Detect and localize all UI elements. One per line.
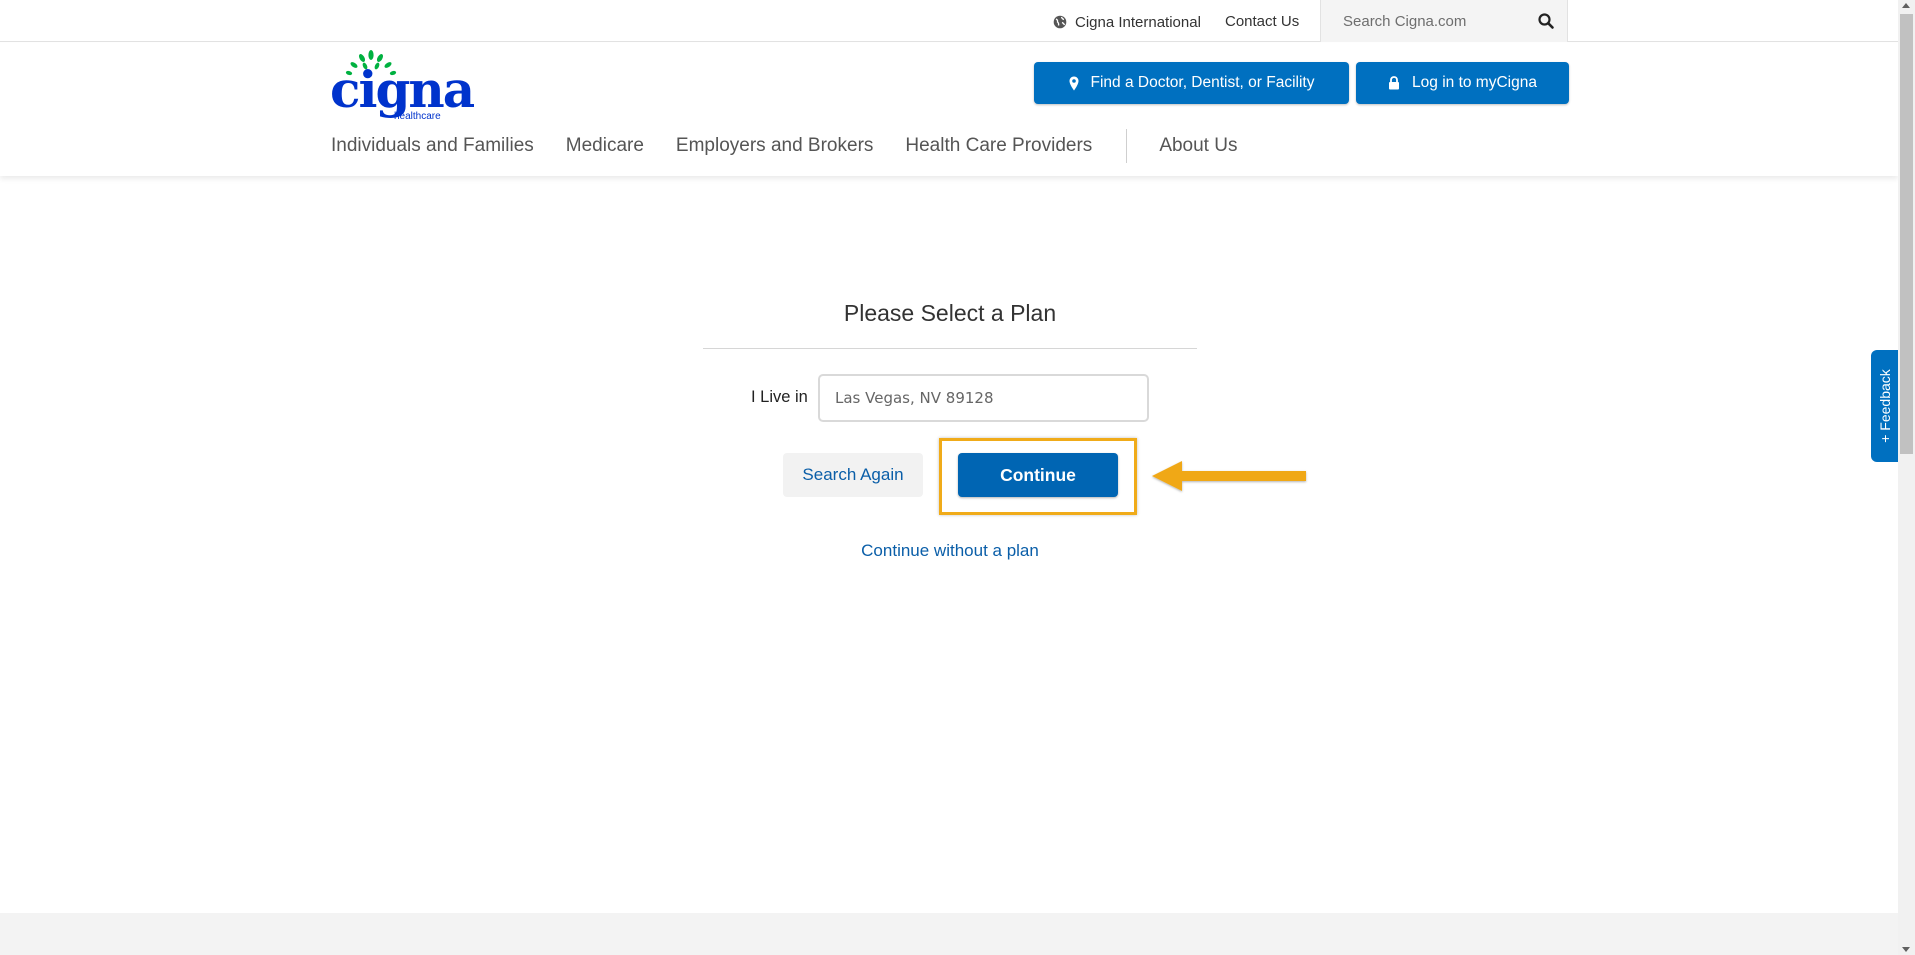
scroll-up-arrow-icon[interactable] [1902, 3, 1910, 8]
location-input[interactable] [818, 374, 1149, 422]
cigna-international-label: Cigna International [1075, 13, 1201, 31]
globe-icon [1053, 15, 1067, 29]
footer-strip [0, 913, 1898, 955]
nav-divider [1126, 129, 1128, 163]
cigna-logo[interactable]: cigna healthcare [330, 49, 475, 123]
login-button[interactable]: Log in to myCigna [1356, 62, 1569, 104]
scrollbar[interactable] [1898, 0, 1915, 955]
continue-button[interactable]: Continue [958, 453, 1118, 497]
title-divider [703, 348, 1197, 349]
feedback-tab[interactable]: + Feedback [1871, 350, 1898, 462]
contact-us-link[interactable]: Contact Us [1225, 12, 1299, 32]
nav-item-employers[interactable]: Employers and Brokers [676, 135, 873, 157]
login-label: Log in to myCigna [1412, 74, 1537, 91]
utility-bar: Cigna International Contact Us [0, 0, 1898, 42]
arrow-left-icon [1152, 461, 1306, 491]
scroll-thumb[interactable] [1900, 14, 1913, 454]
feedback-label: + Feedback [1876, 369, 1893, 443]
logo-subtext: healthcare [394, 111, 441, 122]
location-label: I Live in [751, 388, 808, 406]
continue-without-plan-link[interactable]: Continue without a plan [703, 541, 1197, 561]
map-pin-icon [1069, 76, 1079, 90]
site-header: cigna healthcare Find a Doctor, Dentist,… [0, 43, 1898, 176]
logo-wordmark: cigna [330, 60, 475, 119]
nav-item-about[interactable]: About Us [1159, 135, 1237, 157]
nav-item-medicare[interactable]: Medicare [566, 135, 644, 157]
nav-item-providers[interactable]: Health Care Providers [905, 135, 1092, 157]
lock-icon [1389, 76, 1400, 90]
site-search-input[interactable] [1321, 12, 1531, 30]
cigna-international-link[interactable]: Cigna International [1053, 12, 1201, 32]
site-search [1320, 0, 1568, 42]
main-nav: Individuals and Families Medicare Employ… [331, 129, 1269, 163]
search-icon[interactable] [1537, 12, 1555, 30]
search-again-button[interactable]: Search Again [783, 453, 923, 497]
nav-item-individuals[interactable]: Individuals and Families [331, 135, 534, 157]
scroll-down-arrow-icon[interactable] [1902, 947, 1910, 952]
page-title: Please Select a Plan [843, 300, 1057, 326]
find-doctor-button[interactable]: Find a Doctor, Dentist, or Facility [1034, 62, 1349, 104]
find-doctor-label: Find a Doctor, Dentist, or Facility [1090, 74, 1315, 91]
